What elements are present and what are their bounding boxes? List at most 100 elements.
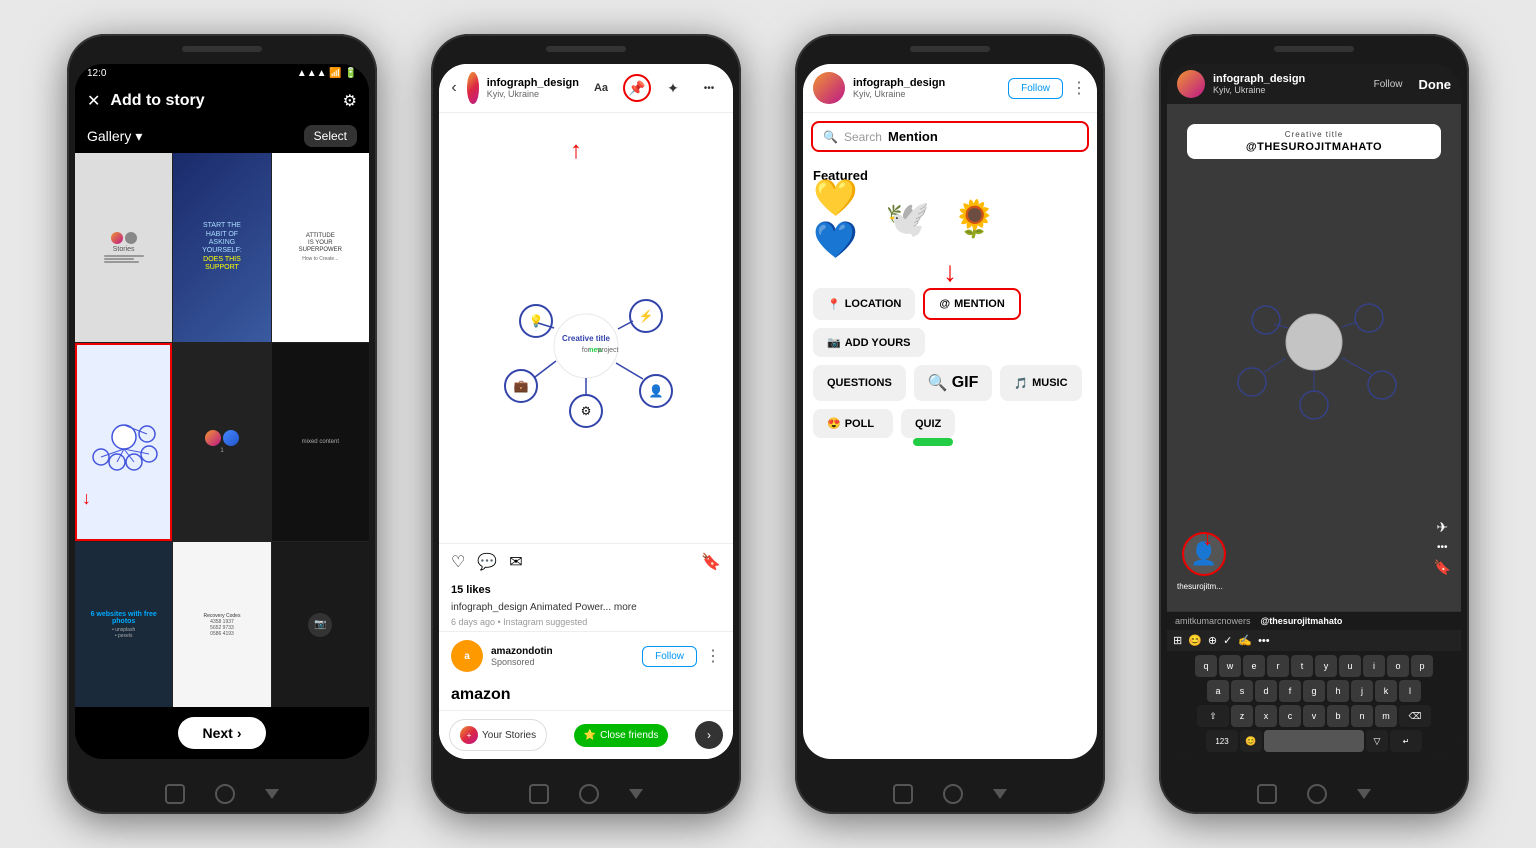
key-backspace[interactable]: ⌫ bbox=[1399, 705, 1431, 727]
nav-circle-3[interactable] bbox=[943, 784, 963, 804]
follow-button-ad[interactable]: Follow bbox=[642, 646, 697, 667]
grid-cell-8[interactable]: Recovery Codes 4358 19375652 97330586 41… bbox=[173, 542, 270, 707]
key-k[interactable]: k bbox=[1375, 680, 1397, 702]
key-space[interactable] bbox=[1264, 730, 1364, 752]
bookmark-icon-2[interactable]: 🔖 bbox=[701, 552, 721, 572]
mention-sticker[interactable]: @ MENTION bbox=[923, 288, 1020, 320]
key-o[interactable]: o bbox=[1387, 655, 1409, 677]
send-icon-4[interactable]: ✈ bbox=[1436, 519, 1448, 536]
key-nav[interactable]: ▽ bbox=[1366, 730, 1388, 752]
key-q[interactable]: q bbox=[1195, 655, 1217, 677]
follow-btn-4[interactable]: Follow bbox=[1374, 79, 1403, 90]
follow-btn-3[interactable]: Follow bbox=[1008, 78, 1063, 99]
kb-tool-grid[interactable]: ⊞ bbox=[1173, 634, 1182, 647]
kb-tool-format[interactable]: ✍ bbox=[1238, 634, 1252, 647]
key-g[interactable]: g bbox=[1303, 680, 1325, 702]
grid-cell-3[interactable]: ATTITUDEIS YOURSUPERPOWER How to Create.… bbox=[272, 153, 369, 342]
sticker-sunflower[interactable]: 🌻 bbox=[947, 191, 1002, 246]
key-s[interactable]: s bbox=[1231, 680, 1253, 702]
location-sticker[interactable]: 📍 LOCATION bbox=[813, 288, 915, 320]
key-t[interactable]: t bbox=[1291, 655, 1313, 677]
nav-square-4[interactable] bbox=[1257, 784, 1277, 804]
nav-square-1[interactable] bbox=[165, 784, 185, 804]
key-shift[interactable]: ⇧ bbox=[1197, 705, 1229, 727]
sticker-tool-btn[interactable]: 📌 bbox=[623, 74, 651, 102]
questions-sticker[interactable]: QUESTIONS bbox=[813, 365, 906, 401]
key-x[interactable]: x bbox=[1255, 705, 1277, 727]
share-icon-2[interactable]: ✉ bbox=[509, 552, 522, 572]
move-tool-btn[interactable]: ✦ bbox=[659, 74, 687, 102]
sticker-heart[interactable]: 💛💙 bbox=[813, 191, 868, 246]
like-icon-2[interactable]: ♡ bbox=[451, 552, 465, 572]
comment-icon-2[interactable]: 💬 bbox=[477, 552, 497, 572]
key-b[interactable]: b bbox=[1327, 705, 1349, 727]
bookmark-icon-4[interactable]: 🔖 bbox=[1434, 559, 1451, 576]
key-z[interactable]: z bbox=[1231, 705, 1253, 727]
search-sticker[interactable]: 🔍 GIF bbox=[914, 365, 993, 401]
nav-square-2[interactable] bbox=[529, 784, 549, 804]
key-n[interactable]: n bbox=[1351, 705, 1373, 727]
key-c[interactable]: c bbox=[1279, 705, 1301, 727]
key-y[interactable]: y bbox=[1315, 655, 1337, 677]
nav-circle-4[interactable] bbox=[1307, 784, 1327, 804]
sticker-dove[interactable]: 🕊️ bbox=[880, 191, 935, 246]
back-button-2[interactable]: ‹ bbox=[449, 74, 459, 102]
key-w[interactable]: w bbox=[1219, 655, 1241, 677]
grid-cell-6[interactable]: mixed content bbox=[272, 343, 369, 542]
key-e[interactable]: e bbox=[1243, 655, 1265, 677]
key-u[interactable]: u bbox=[1339, 655, 1361, 677]
key-j[interactable]: j bbox=[1351, 680, 1373, 702]
grid-cell-2[interactable]: START THEHABIT OFASKINGYOURSELF:DOES THI… bbox=[173, 153, 270, 342]
select-button-1[interactable]: Select bbox=[304, 125, 357, 147]
key-f[interactable]: f bbox=[1279, 680, 1301, 702]
key-enter[interactable]: ↵ bbox=[1390, 730, 1422, 752]
nav-square-3[interactable] bbox=[893, 784, 913, 804]
key-123[interactable]: 123 bbox=[1206, 730, 1238, 752]
nav-circle-1[interactable] bbox=[215, 784, 235, 804]
more-icon-2[interactable]: ⋮ bbox=[705, 646, 721, 666]
mention-sticker-placed[interactable]: Creative title @THESUROJITMAHATO bbox=[1187, 124, 1441, 159]
key-r[interactable]: r bbox=[1267, 655, 1289, 677]
close-icon-1[interactable]: ✕ bbox=[87, 91, 100, 111]
key-i[interactable]: i bbox=[1363, 655, 1385, 677]
settings-icon-1[interactable]: ⚙ bbox=[343, 91, 357, 111]
kb-tool-copy[interactable]: ⊕ bbox=[1208, 634, 1217, 647]
your-stories-btn[interactable]: + Your Stories bbox=[449, 719, 547, 751]
grid-cell-9[interactable]: 📷 bbox=[272, 542, 369, 707]
nav-circle-2[interactable] bbox=[579, 784, 599, 804]
kb-tool-emoji[interactable]: 😊 bbox=[1188, 634, 1202, 647]
search-mention-box[interactable]: 🔍 Search Mention bbox=[811, 121, 1089, 152]
nav-back-1[interactable] bbox=[265, 789, 279, 799]
gallery-label-1[interactable]: Gallery ▾ bbox=[87, 128, 142, 145]
key-v[interactable]: v bbox=[1303, 705, 1325, 727]
quiz-sticker[interactable]: QUIZ bbox=[901, 409, 955, 438]
autocomplete-2[interactable]: @thesurojitmahato bbox=[1261, 616, 1343, 626]
grid-cell-7[interactable]: 6 websites with free photos • unsplash• … bbox=[75, 542, 172, 707]
done-button[interactable]: Done bbox=[1419, 77, 1452, 92]
dots-icon-4[interactable]: ••• bbox=[1437, 542, 1448, 553]
grid-cell-4-selected[interactable]: ↓ bbox=[75, 343, 172, 542]
key-emoji[interactable]: 😊 bbox=[1240, 730, 1262, 752]
kb-tool-more[interactable]: ••• bbox=[1258, 635, 1270, 647]
nav-back-3[interactable] bbox=[993, 789, 1007, 799]
poll-sticker[interactable]: 😍 POLL bbox=[813, 409, 893, 438]
addyours-sticker[interactable]: 📷 ADD YOURS bbox=[813, 328, 925, 357]
nav-back-4[interactable] bbox=[1357, 789, 1371, 799]
text-tool-btn[interactable]: Aa bbox=[587, 74, 615, 102]
key-m[interactable]: m bbox=[1375, 705, 1397, 727]
key-p[interactable]: p bbox=[1411, 655, 1433, 677]
nav-back-2[interactable] bbox=[629, 789, 643, 799]
key-d[interactable]: d bbox=[1255, 680, 1277, 702]
key-l[interactable]: l bbox=[1399, 680, 1421, 702]
next-button[interactable]: Next › bbox=[178, 717, 265, 749]
close-friends-btn[interactable]: ⭐ Close friends bbox=[574, 724, 669, 747]
autocomplete-1[interactable]: amitkumarcnowers bbox=[1175, 616, 1251, 626]
grid-cell-5[interactable]: 1 bbox=[173, 343, 270, 542]
more-tool-btn[interactable]: ••• bbox=[695, 74, 723, 102]
grid-cell-1[interactable]: Stories bbox=[75, 153, 172, 342]
more-icon-3[interactable]: ⋮ bbox=[1071, 78, 1087, 98]
key-h[interactable]: h bbox=[1327, 680, 1349, 702]
key-a[interactable]: a bbox=[1207, 680, 1229, 702]
music-sticker[interactable]: 🎵 MUSIC bbox=[1000, 365, 1081, 401]
next-story-btn[interactable]: › bbox=[695, 721, 723, 749]
